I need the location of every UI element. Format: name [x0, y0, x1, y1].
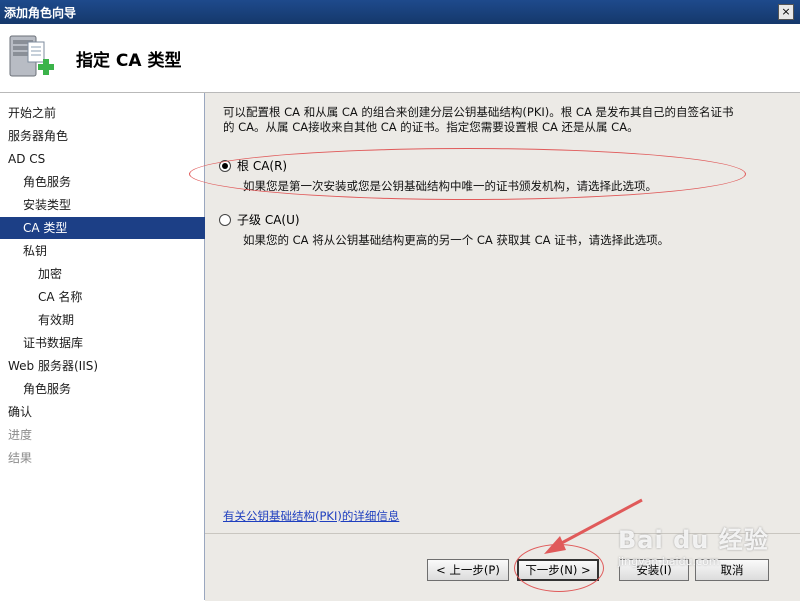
wizard-content-pane: 可以配置根 CA 和从属 CA 的组合来创建分层公钥基础结构(PKI)。根 CA…: [205, 93, 800, 533]
close-button[interactable]: ×: [778, 4, 794, 20]
sidebar-item-server-roles[interactable]: 服务器角色: [0, 125, 212, 147]
wizard-steps-sidebar: 开始之前 服务器角色 AD CS 角色服务 安装类型 CA 类型 私钥 加密 C…: [0, 93, 227, 600]
wizard-footer: < 上一步(P) 下一步(N) > 安装(I) 取消: [205, 533, 800, 601]
root-ca-label[interactable]: 根 CA(R): [237, 157, 287, 174]
intro-line-1: 可以配置根 CA 和从属 CA 的组合来创建分层公钥基础结构(PKI)。根 CA…: [223, 105, 734, 119]
intro-text: 可以配置根 CA 和从属 CA 的组合来创建分层公钥基础结构(PKI)。根 CA…: [223, 105, 793, 135]
sidebar-item-setup-type[interactable]: 安装类型: [0, 194, 227, 216]
intro-line-2: 的 CA。从属 CA接收来自其他 CA 的证书。指定您需要设置根 CA 还是从属…: [223, 120, 639, 134]
sidebar-item-iis-role-services[interactable]: 角色服务: [0, 378, 227, 400]
sidebar-item-ad-cs[interactable]: AD CS: [0, 148, 212, 170]
sidebar-item-web-server-iis[interactable]: Web 服务器(IIS): [0, 355, 212, 377]
wizard-header: 指定 CA 类型: [0, 24, 800, 93]
root-ca-description: 如果您是第一次安装或您是公钥基础结构中唯一的证书颁发机构，请选择此选项。: [243, 179, 657, 193]
sidebar-item-ca-type[interactable]: CA 类型: [0, 217, 227, 239]
sidebar-item-certificate-database[interactable]: 证书数据库: [0, 332, 227, 354]
sidebar-item-results: 结果: [8, 451, 33, 465]
subordinate-ca-description: 如果您的 CA 将从公钥基础结构更高的另一个 CA 获取其 CA 证书，请选择此…: [243, 233, 670, 247]
server-add-icon: [9, 35, 54, 77]
subordinate-ca-radio[interactable]: [219, 213, 231, 226]
root-ca-radio[interactable]: [219, 159, 231, 172]
subordinate-ca-label[interactable]: 子级 CA(U): [237, 211, 300, 228]
sidebar-item-role-services[interactable]: 角色服务: [0, 171, 227, 193]
sidebar-item-confirmation[interactable]: 确认: [0, 401, 212, 423]
cancel-button[interactable]: 取消: [695, 559, 769, 581]
close-icon: ×: [781, 5, 791, 18]
option-root-ca[interactable]: 根 CA(R) 如果您是第一次安装或您是公钥基础结构中唯一的证书颁发机构，请选择…: [219, 157, 779, 194]
option-subordinate-ca[interactable]: 子级 CA(U) 如果您的 CA 将从公钥基础结构更高的另一个 CA 获取其 C…: [219, 211, 779, 248]
window-title: 添加角色向导: [4, 6, 77, 20]
pki-more-info-link[interactable]: 有关公钥基础结构(PKI)的详细信息: [223, 508, 399, 524]
sidebar-item-before-you-begin[interactable]: 开始之前: [0, 102, 212, 124]
next-button[interactable]: 下一步(N) >: [517, 559, 599, 581]
sidebar-item-private-key[interactable]: 私钥: [0, 240, 227, 262]
back-button[interactable]: < 上一步(P): [427, 559, 509, 581]
install-button[interactable]: 安装(I): [619, 559, 689, 581]
window-title-bar: 添加角色向导 ×: [0, 0, 800, 24]
page-title: 指定 CA 类型: [76, 51, 182, 71]
sidebar-item-progress: 进度: [8, 428, 33, 442]
